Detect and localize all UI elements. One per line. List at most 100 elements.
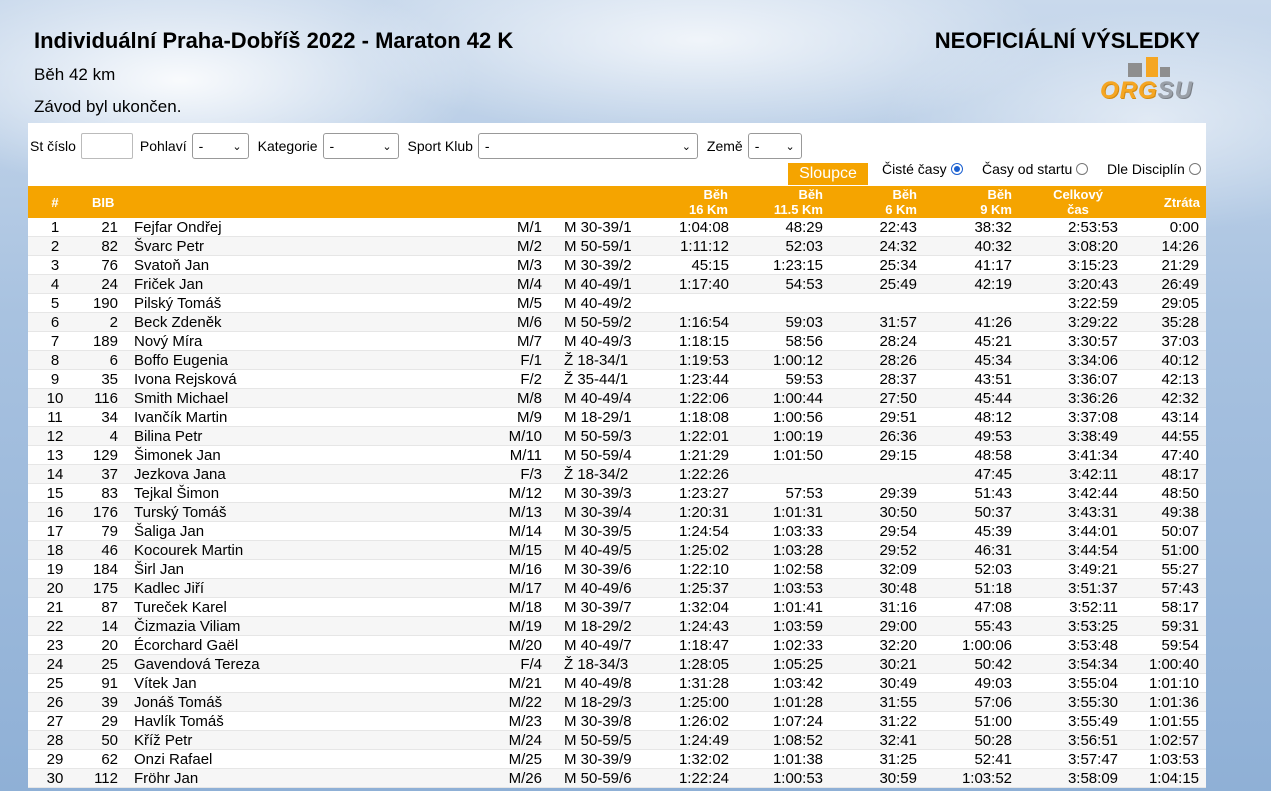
name-cell: Fejfar Ondřej bbox=[134, 219, 222, 236]
split-6km-cell: 31:16 bbox=[879, 599, 917, 616]
gender-rank-cell: M/15 bbox=[508, 542, 542, 559]
bib-cell: 184 bbox=[92, 561, 118, 578]
loss-cell: 40:12 bbox=[1161, 352, 1199, 369]
split-11-5km-cell: 1:03:33 bbox=[772, 523, 823, 540]
total-time-cell: 3:53:48 bbox=[1067, 637, 1118, 654]
columns-button[interactable]: Sloupce bbox=[788, 163, 868, 185]
bib-cell: 24 bbox=[101, 276, 118, 293]
loss-cell: 21:29 bbox=[1161, 257, 1199, 274]
times-from-start-radio[interactable]: Časy od startu bbox=[982, 161, 1089, 177]
gender-rank-cell: M/25 bbox=[508, 751, 542, 768]
table-row: 6 2 Beck Zdeněk M/6 M 50-59/2 1:16:54 59:03 31:… bbox=[28, 313, 1206, 332]
bib-cell: 76 bbox=[101, 257, 118, 274]
name-cell: Kocourek Martin bbox=[134, 542, 244, 559]
split-11-5km-cell: 1:08:52 bbox=[772, 732, 823, 749]
split-9km-cell: 47:45 bbox=[974, 466, 1012, 483]
split-16km-cell: 1:22:01 bbox=[678, 428, 729, 445]
split-6km-cell: 31:57 bbox=[879, 314, 917, 331]
loss-cell: 59:54 bbox=[1161, 637, 1199, 654]
gender-rank-cell: M/22 bbox=[508, 694, 542, 711]
rank-cell: 17 bbox=[46, 523, 64, 540]
gender-rank-cell: M/19 bbox=[508, 618, 542, 635]
loss-cell: 42:13 bbox=[1161, 371, 1199, 388]
table-row: 23 20 Écorchard Gaël M/20 M 40-49/7 1:18:47 1:… bbox=[28, 636, 1206, 655]
bib-cell: 116 bbox=[94, 390, 118, 407]
bib-cell: 25 bbox=[101, 656, 118, 673]
bib-cell: 112 bbox=[94, 770, 118, 787]
header-bib[interactable]: BIB bbox=[92, 186, 122, 218]
results-rows: 1 21 Fejfar Ondřej M/1 M 30-39/1 1:04:08 48:29… bbox=[28, 218, 1206, 788]
header-run-16km[interactable]: Běh 16 Km bbox=[628, 186, 728, 218]
by-discipline-radio[interactable]: Dle Disciplín bbox=[1107, 161, 1201, 177]
bib-cell: 14 bbox=[101, 618, 118, 635]
bib-cell: 62 bbox=[101, 751, 118, 768]
category-select[interactable]: - ⌄ bbox=[322, 133, 399, 159]
table-row: 3 76 Svatoň Jan M/3 M 30-39/2 45:15 1:23:15 25:… bbox=[28, 256, 1206, 275]
table-row: 16 176 Turský Tomáš M/13 M 30-39/4 1:20:31 1:0… bbox=[28, 503, 1206, 522]
table-row: 28 50 Kříž Petr M/24 M 50-59/5 1:24:49 1:08:52… bbox=[28, 731, 1206, 750]
split-16km-cell: 1:28:05 bbox=[678, 656, 729, 673]
loss-cell: 1:01:36 bbox=[1148, 694, 1199, 711]
split-9km-cell: 52:03 bbox=[974, 561, 1012, 578]
split-11-5km-cell: 1:01:31 bbox=[772, 504, 823, 521]
gender-rank-cell: M/7 bbox=[516, 333, 542, 350]
split-9km-cell: 50:42 bbox=[974, 656, 1012, 673]
bib-filter-input[interactable] bbox=[80, 133, 133, 159]
loss-cell: 55:27 bbox=[1161, 561, 1199, 578]
rank-cell: 3 bbox=[50, 257, 60, 274]
rank-cell: 26 bbox=[46, 694, 64, 711]
chevron-down-icon: ⌄ bbox=[785, 140, 795, 153]
name-cell: Šaliga Jan bbox=[134, 523, 205, 540]
split-11-5km-cell: 1:00:12 bbox=[772, 352, 823, 369]
rank-cell: 21 bbox=[46, 599, 64, 616]
country-select[interactable]: - ⌄ bbox=[747, 133, 802, 159]
gender-rank-cell: M/2 bbox=[516, 238, 542, 255]
bib-cell: 129 bbox=[92, 447, 118, 464]
header-run-6km[interactable]: Běh 6 Km bbox=[823, 186, 917, 218]
filter-bar: St číslo Pohlaví - ⌄ Kategorie - ⌄ Sport K… bbox=[28, 123, 1206, 186]
total-time-cell: 3:55:30 bbox=[1067, 694, 1118, 711]
rank-cell: 24 bbox=[46, 656, 64, 673]
header-loss[interactable]: Ztráta bbox=[1128, 186, 1200, 218]
header-rank[interactable]: # bbox=[48, 186, 62, 218]
gender-rank-cell: M/1 bbox=[516, 219, 542, 236]
split-6km-cell: 25:34 bbox=[879, 257, 917, 274]
total-time-cell: 3:36:26 bbox=[1067, 390, 1118, 407]
header-run-9km[interactable]: Běh 9 Km bbox=[917, 186, 1012, 218]
club-select[interactable]: - ⌄ bbox=[477, 133, 698, 159]
total-time-cell: 3:57:47 bbox=[1067, 751, 1118, 768]
name-cell: Kříž Petr bbox=[134, 732, 193, 749]
split-9km-cell: 46:31 bbox=[974, 542, 1012, 559]
table-row: 8 6 Boffo Eugenia F/1 Ž 18-34/1 1:19:53 1:00:1… bbox=[28, 351, 1206, 370]
split-9km-cell: 41:26 bbox=[974, 314, 1012, 331]
split-9km-cell: 1:03:52 bbox=[961, 770, 1012, 787]
loss-cell: 1:00:40 bbox=[1148, 656, 1199, 673]
rank-cell: 2 bbox=[50, 238, 60, 255]
header-run-11-5km[interactable]: Běh 11.5 Km bbox=[728, 186, 823, 218]
table-row: 27 29 Havlík Tomáš M/23 M 30-39/8 1:26:02 1:07… bbox=[28, 712, 1206, 731]
rank-cell: 15 bbox=[46, 485, 64, 502]
split-6km-cell: 22:43 bbox=[879, 219, 917, 236]
split-11-5km-cell: 1:03:53 bbox=[772, 580, 823, 597]
gender-select[interactable]: - ⌄ bbox=[191, 133, 249, 159]
rank-cell: 29 bbox=[46, 751, 64, 768]
split-6km-cell: 30:21 bbox=[879, 656, 917, 673]
split-11-5km-cell: 54:53 bbox=[785, 276, 823, 293]
bib-cell: 87 bbox=[101, 599, 118, 616]
name-cell: Écorchard Gaël bbox=[134, 637, 239, 654]
split-11-5km-cell: 1:03:28 bbox=[772, 542, 823, 559]
gender-rank-cell: M/17 bbox=[508, 580, 542, 597]
clean-times-radio[interactable]: Čisté časy bbox=[882, 161, 963, 177]
split-9km-cell: 48:58 bbox=[974, 447, 1012, 464]
split-11-5km-cell: 58:56 bbox=[785, 333, 823, 350]
loss-cell: 50:07 bbox=[1161, 523, 1199, 540]
gender-rank-cell: M/14 bbox=[508, 523, 542, 540]
split-9km-cell: 41:17 bbox=[974, 257, 1012, 274]
table-row: 24 25 Gavendová Tereza F/4 Ž 18-34/3 1:28:05 1… bbox=[28, 655, 1206, 674]
split-9km-cell: 57:06 bbox=[974, 694, 1012, 711]
header-total-time[interactable]: Celkový čas bbox=[1028, 186, 1128, 218]
name-cell: Tejkal Šimon bbox=[134, 485, 220, 502]
total-time-cell: 2:53:53 bbox=[1067, 219, 1118, 236]
name-cell: Nový Míra bbox=[134, 333, 203, 350]
total-time-cell: 3:29:22 bbox=[1067, 314, 1118, 331]
